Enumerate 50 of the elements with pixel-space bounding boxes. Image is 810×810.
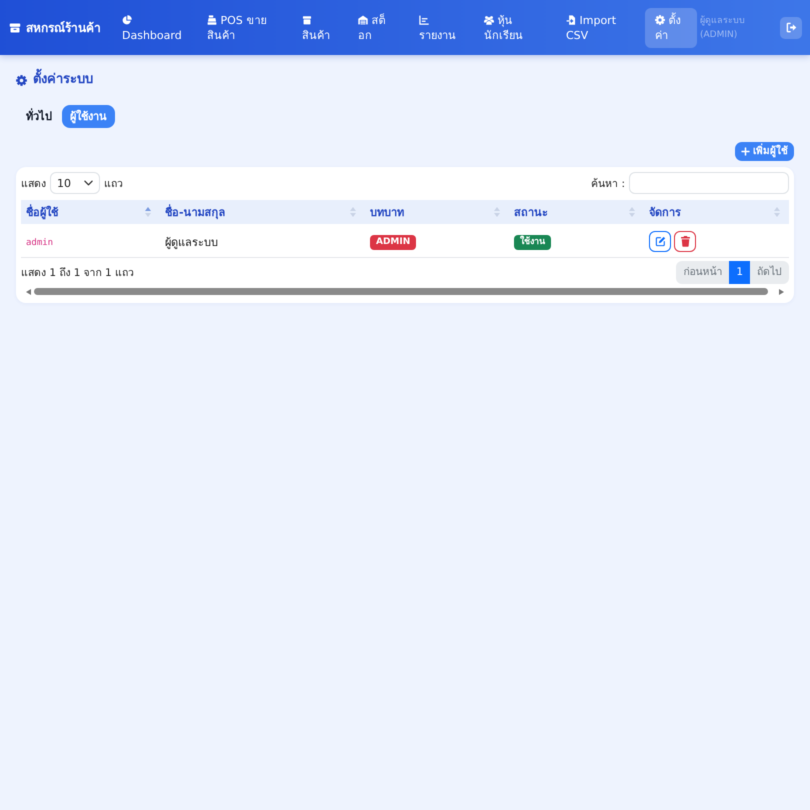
nav-link[interactable]: สินค้า — [294, 8, 350, 48]
table-cell: ผู้ดูแลระบบ — [160, 225, 365, 258]
add-user-button[interactable]: เพิ่มผู้ใช้ — [735, 142, 794, 161]
nav-link[interactable]: POS ขายสินค้า — [199, 8, 287, 48]
nav-link[interactable]: หุ้นนักเรียน — [476, 8, 552, 48]
file-import-icon — [566, 14, 576, 24]
scroll-left-icon[interactable] — [26, 288, 31, 294]
role-badge: ADMIN — [370, 234, 416, 250]
cash-register-icon — [207, 14, 217, 24]
settings-icon — [16, 74, 27, 86]
edit-icon — [654, 236, 666, 247]
box-icon — [302, 14, 312, 24]
nav-link[interactable]: สต็อก — [350, 8, 396, 48]
tab[interactable]: ผู้ใช้งาน — [62, 105, 115, 128]
brand-link[interactable]: สหกรณ์ร้านค้า — [9, 18, 102, 37]
page-length-select[interactable]: 10 — [50, 172, 100, 194]
pie-chart-icon — [122, 14, 132, 24]
nav-link[interactable]: ตั้งค่า — [645, 8, 697, 48]
users-icon — [484, 14, 494, 24]
search-label: ค้นหา : — [591, 176, 625, 192]
logout-icon — [786, 22, 796, 33]
warehouse-icon — [358, 14, 368, 24]
page-button[interactable]: 1 — [729, 261, 750, 284]
nav-link[interactable]: Import CSV — [558, 8, 634, 48]
chart-icon — [419, 14, 429, 24]
column-header[interactable]: สถานะ — [509, 200, 644, 225]
scroll-right-icon[interactable] — [779, 288, 784, 294]
trash-icon — [680, 236, 690, 247]
search-field[interactable] — [629, 172, 789, 194]
scrollbar-thumb[interactable] — [34, 288, 768, 295]
column-header[interactable]: ชื่อ-นามสกุล — [160, 200, 365, 225]
column-header[interactable]: บทบาท — [365, 200, 509, 225]
column-header[interactable]: ชื่อผู้ใช้ — [21, 200, 160, 225]
username-text: admin — [26, 238, 54, 248]
column-header[interactable]: จัดการ — [644, 200, 789, 225]
tab[interactable]: ทั่วไป — [18, 105, 60, 128]
nav-link[interactable]: Dashboard — [114, 8, 192, 48]
length-label: แสดง — [21, 176, 46, 192]
gear-icon — [655, 14, 665, 24]
status-badge: ใช้งาน — [514, 234, 551, 250]
edit-button[interactable] — [649, 231, 671, 252]
nav-link[interactable]: รายงาน — [411, 8, 476, 48]
length-label: แถว — [104, 176, 123, 192]
chevron-down-icon — [84, 180, 93, 186]
logout-button[interactable] — [780, 16, 802, 38]
archive-box-icon — [9, 22, 21, 34]
delete-button[interactable] — [674, 231, 696, 252]
plus-icon — [741, 147, 750, 156]
table-info: แสดง 1 ถึง 1 จาก 1 แถว — [21, 266, 134, 281]
user-name: ผู้ดูแลระบบ (ADMIN) — [700, 14, 746, 42]
